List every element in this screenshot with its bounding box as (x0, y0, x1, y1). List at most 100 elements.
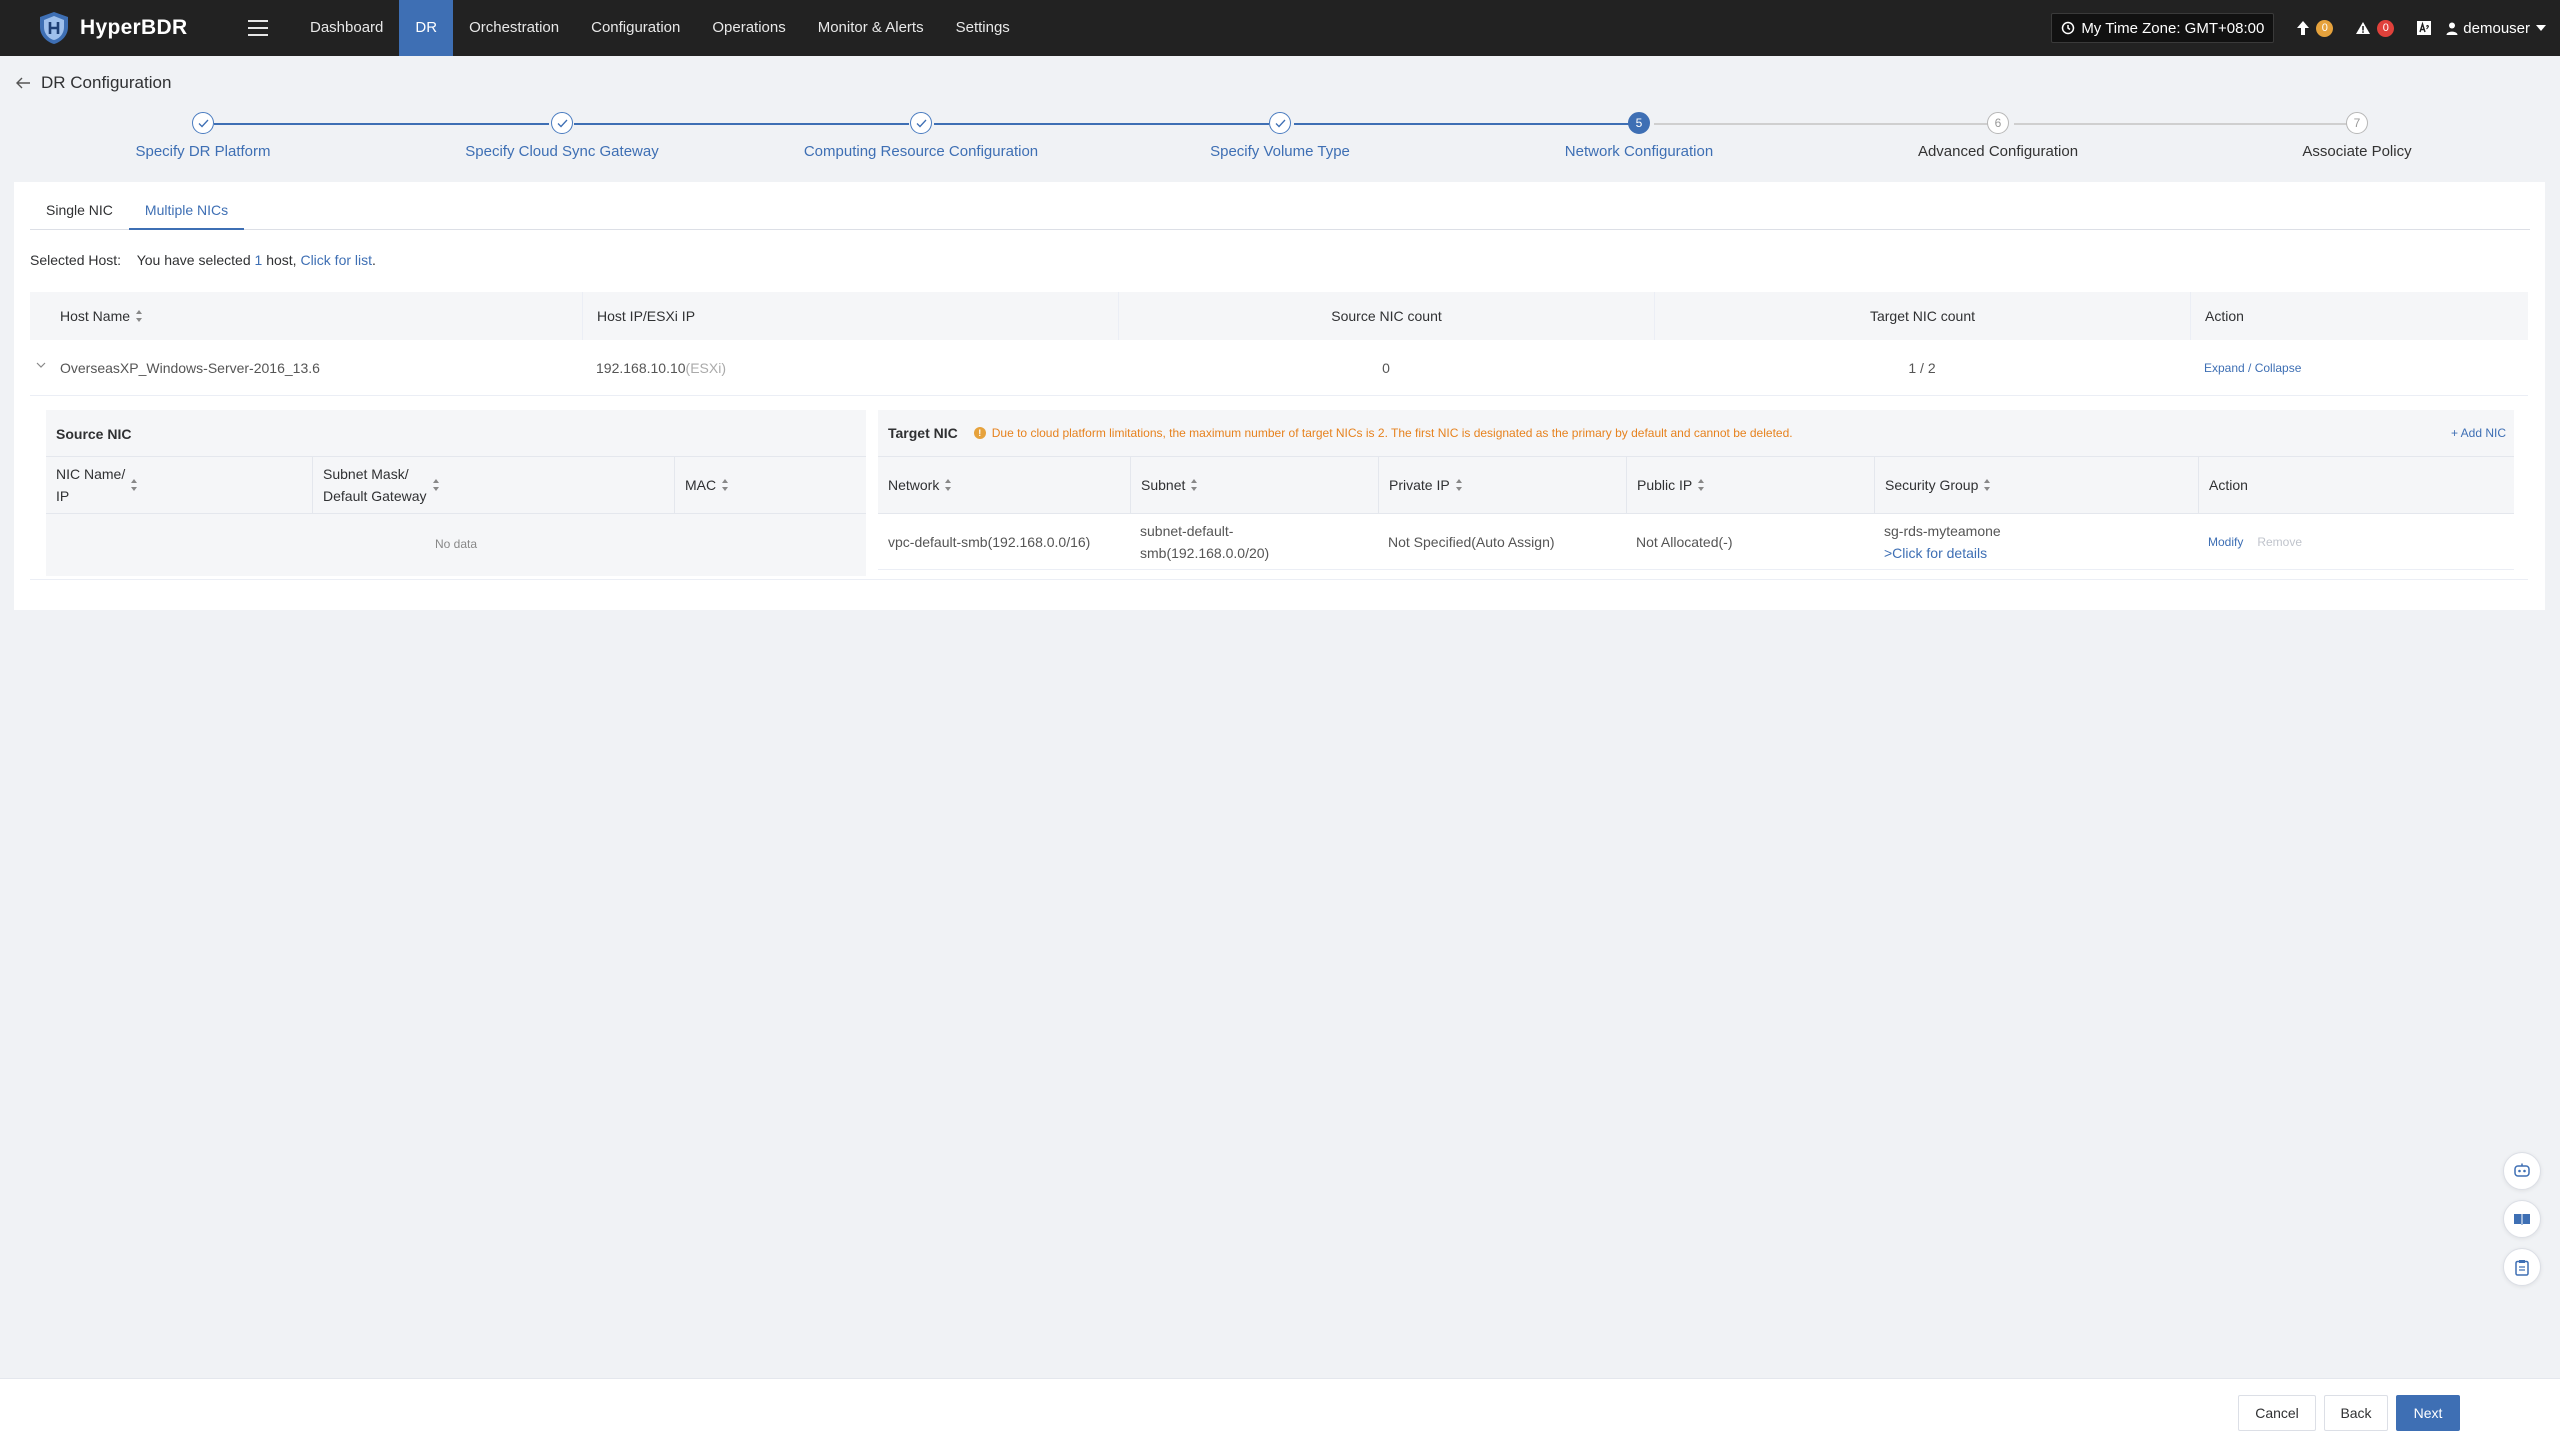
col-source-nic-count-label: Source NIC count (1331, 308, 1442, 324)
target-action-cell: Modify Remove (2198, 514, 2514, 569)
network-cell: vpc-default-smb(192.168.0.0/16) (878, 514, 1130, 569)
col-private-ip[interactable]: Private IP (1378, 457, 1626, 513)
selected-host-label: Selected Host: (30, 252, 122, 268)
target-nic-panel: Target NIC ! Due to cloud platform limit… (878, 410, 2514, 576)
col-subnet-gateway[interactable]: Subnet Mask/ Default Gateway (312, 457, 674, 513)
app-logo[interactable]: HyperBDR (36, 10, 196, 46)
sort-icon[interactable] (945, 479, 952, 491)
source-nic-count-cell: 0 (1118, 340, 1654, 395)
col-host-name[interactable]: Host Name (30, 292, 582, 340)
step-number: 7 (2346, 112, 2368, 134)
sort-icon[interactable] (1455, 479, 1463, 491)
shield-logo-icon (40, 12, 68, 44)
security-group-value: sg-rds-myteamone (1884, 522, 2001, 539)
arrow-up-icon (2297, 21, 2310, 35)
host-ip: 192.168.10.10 (596, 359, 686, 376)
selected-host-count: 1 (254, 252, 263, 268)
host-name: OverseasXP_Windows-Server-2016_13.6 (60, 359, 320, 376)
step-network-configuration: 5 Network Configuration (1459, 108, 1819, 160)
host-ip-tag: (ESXi) (685, 359, 726, 376)
public-ip-cell: Not Allocated(-) (1626, 514, 1874, 569)
arrow-left-icon[interactable] (16, 77, 31, 89)
col-action-label: Action (2205, 308, 2244, 324)
language-icon (2417, 21, 2432, 35)
timezone-indicator[interactable]: My Time Zone: GMT+08:00 (2051, 13, 2275, 43)
col-network[interactable]: Network (878, 457, 1130, 513)
sort-icon[interactable] (1698, 479, 1705, 491)
col-security-group[interactable]: Security Group (1874, 457, 2198, 513)
col-mac[interactable]: MAC (674, 457, 866, 513)
alert-notifications[interactable]: 0 (2355, 19, 2395, 37)
main-menu: Dashboard DR Orchestration Configuration… (294, 0, 1026, 56)
menu-item-configuration[interactable]: Configuration (575, 0, 696, 56)
sort-icon[interactable] (131, 479, 138, 491)
page-title: DR Configuration (16, 73, 171, 93)
col-network-label: Network (888, 477, 940, 493)
wizard-steps: Specify DR Platform Specify Cloud Sync G… (0, 108, 2560, 168)
col-target-nic-count-label: Target NIC count (1869, 308, 1976, 324)
timezone-text: My Time Zone: GMT+08:00 (2081, 19, 2265, 37)
user-menu[interactable]: demouser (2446, 20, 2546, 37)
col-public-ip-label: Public IP (1637, 477, 1693, 493)
book-icon (2514, 1214, 2530, 1225)
private-ip-cell: Not Specified(Auto Assign) (1378, 514, 1626, 569)
tasks-button[interactable] (2503, 1248, 2541, 1286)
security-group-cell: sg-rds-myteamone >Click for details (1874, 514, 2198, 569)
source-nic-title: Source NIC (56, 426, 132, 442)
selected-host-suffix: host, (266, 252, 297, 268)
menu-item-dr[interactable]: DR (399, 0, 454, 56)
docs-button[interactable] (2503, 1200, 2541, 1238)
tab-single-nic[interactable]: Single NIC (30, 194, 129, 229)
selected-host-summary: Selected Host: You have selected 1 host,… (30, 252, 376, 268)
security-group-details-link[interactable]: >Click for details (1884, 542, 1987, 564)
col-ip-label: IP (56, 488, 70, 504)
cancel-button[interactable]: Cancel (2238, 1395, 2316, 1431)
chevron-down-icon (2536, 25, 2546, 31)
col-host-ip-label: Host IP/ESXi IP (597, 308, 696, 324)
subnet-value-line2: smb(192.168.0.0/20) (1140, 544, 1270, 561)
language-switch[interactable] (2416, 20, 2432, 36)
menu-item-monitor-alerts[interactable]: Monitor & Alerts (802, 0, 940, 56)
step-label: Advanced Configuration (1917, 143, 2079, 160)
col-mac-label: MAC (685, 477, 717, 493)
upgrade-notifications[interactable]: 0 (2296, 19, 2334, 37)
hamburger-icon[interactable] (248, 20, 268, 36)
check-icon (192, 112, 214, 134)
subnet-cell: subnet-default- smb(192.168.0.0/20) (1130, 514, 1378, 569)
col-nic-name-ip[interactable]: NIC Name/ IP (46, 457, 312, 513)
chevron-down-icon[interactable] (36, 362, 46, 369)
selected-host-prefix: You have selected (136, 252, 251, 268)
step-number: 6 (1987, 112, 2009, 134)
next-button[interactable]: Next (2396, 1395, 2460, 1431)
sort-icon[interactable] (432, 479, 440, 491)
sort-icon[interactable] (1191, 479, 1198, 491)
assistant-button[interactable] (2503, 1152, 2541, 1190)
add-nic-button[interactable]: + Add NIC (2451, 426, 2506, 440)
click-for-list-link[interactable]: Click for list (300, 252, 372, 268)
col-subnet[interactable]: Subnet (1130, 457, 1378, 513)
expand-collapse-link[interactable]: Expand / Collapse (2204, 361, 2301, 375)
top-navbar: HyperBDR Dashboard DR Orchestration Conf… (0, 0, 2560, 56)
col-public-ip[interactable]: Public IP (1626, 457, 1874, 513)
menu-item-orchestration[interactable]: Orchestration (453, 0, 575, 56)
step-advanced-configuration: 6 Advanced Configuration (1818, 108, 2178, 160)
sort-icon[interactable] (722, 479, 729, 491)
public-ip-value: Not Allocated(-) (1636, 533, 1733, 550)
col-target-action-label: Action (2209, 477, 2248, 493)
menu-item-dashboard[interactable]: Dashboard (294, 0, 399, 56)
source-nic-header: NIC Name/ IP Subnet Mask/ Default Gatewa… (46, 456, 866, 514)
subnet-value-line1: subnet-default- (1140, 522, 1234, 539)
action-cell: Expand / Collapse (2190, 340, 2528, 395)
host-table-header: Host Name Host IP/ESXi IP Source NIC cou… (30, 292, 2528, 340)
menu-item-operations[interactable]: Operations (696, 0, 801, 56)
step-label: Specify Volume Type (1210, 143, 1350, 160)
sort-icon[interactable] (136, 310, 143, 322)
tab-multiple-nics[interactable]: Multiple NICs (128, 194, 245, 230)
sort-icon[interactable] (1984, 479, 1991, 491)
col-security-group-label: Security Group (1885, 477, 1979, 493)
col-source-nic-count: Source NIC count (1118, 292, 1654, 340)
menu-item-settings[interactable]: Settings (940, 0, 1026, 56)
target-nic-warning-text: Due to cloud platform limitations, the m… (991, 426, 1793, 440)
modify-link[interactable]: Modify (2208, 535, 2243, 549)
back-button[interactable]: Back (2324, 1395, 2388, 1431)
